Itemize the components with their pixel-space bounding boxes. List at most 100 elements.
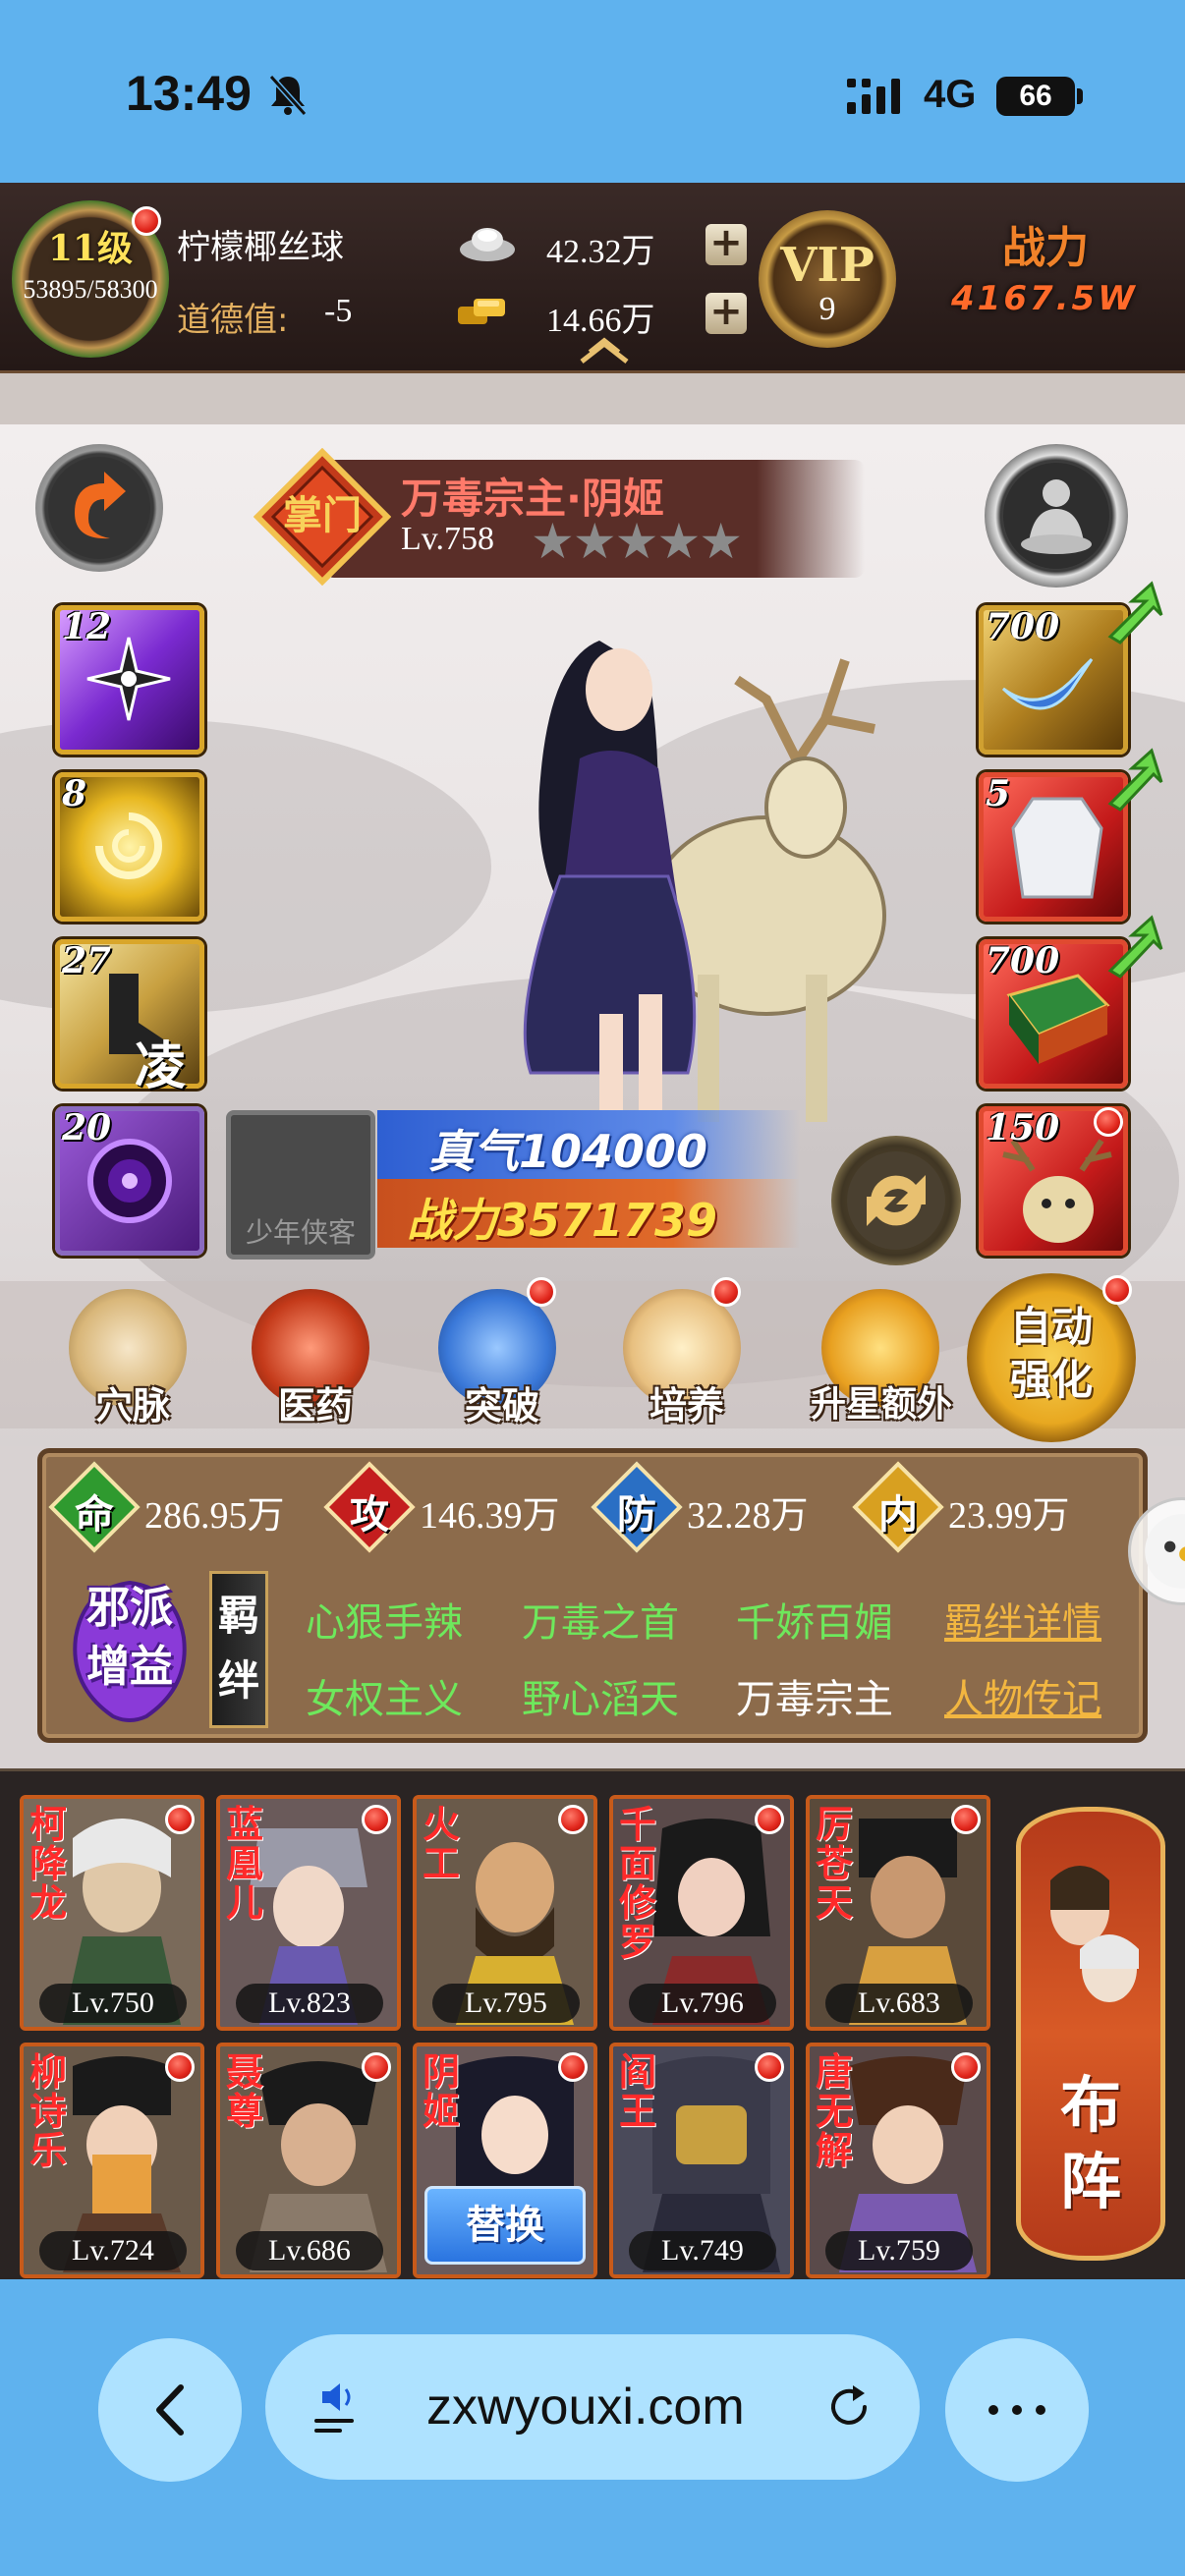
auto-boost-line1: 自动 [1009, 1303, 1093, 1351]
battery-icon: 66 [996, 77, 1075, 116]
upgrade-arrow-icon [1107, 748, 1163, 812]
biography-link[interactable]: 人物传记 [944, 1667, 1101, 1724]
collapse-chevron-icon[interactable] [576, 332, 633, 365]
stats-section: 命 286.95万 攻 146.39万 防 32.28万 内 23.99万 邪派… [0, 1446, 1185, 1770]
total-power-value: 4167.5W [951, 279, 1138, 318]
upgrade-arrow-icon [1107, 581, 1163, 644]
player-top-bar: 11级 53895/58300 柠檬椰丝球 道德值: -5 42.32万 + 1… [0, 183, 1185, 373]
gold-ingot-icon [458, 299, 505, 324]
hero-card[interactable]: 唐无解 Lv.759 [806, 2043, 990, 2278]
auto-boost-button[interactable]: 自动 强化 [967, 1273, 1136, 1442]
vip-label: VIP [780, 238, 875, 293]
player-level-ring[interactable]: 11级 53895/58300 [12, 200, 169, 358]
qi-bar: 真气104000 [377, 1110, 800, 1179]
back-arrow-icon[interactable] [35, 444, 163, 572]
battery-tip [1077, 88, 1083, 104]
notification-dot [755, 1805, 784, 1834]
formation-portrait [1050, 1866, 1139, 2002]
hero-card-name: 厉苍天 [816, 1803, 854, 1925]
hero-card[interactable]: 柳诗乐 Lv.724 [20, 2043, 204, 2278]
skill-slot[interactable]: 12 [55, 605, 204, 755]
stat-char: 命 [75, 1492, 114, 1538]
notification-dot [165, 1805, 195, 1834]
skill-slot[interactable]: 凌 27 [55, 939, 204, 1096]
vip-badge[interactable]: VIP 9 [759, 210, 896, 348]
formation-label: 布 阵 [1021, 2067, 1160, 2220]
auto-boost-line2: 强化 [1009, 1356, 1093, 1404]
skill-slot[interactable]: 20 [55, 1106, 204, 1256]
skill-level: 12 [62, 606, 112, 647]
bond-item[interactable]: 千娇百媚 [736, 1591, 893, 1648]
browser-back-icon[interactable] [98, 2338, 242, 2482]
hero-card-level: Lv.759 [825, 2231, 973, 2270]
more-options-icon[interactable] [945, 2338, 1089, 2482]
acupoint-button[interactable]: 穴脉 [59, 1281, 206, 1428]
reader-audio-icon[interactable] [309, 2378, 367, 2436]
vip-level: 9 [818, 291, 836, 327]
replace-button[interactable]: 替换 [424, 2186, 586, 2265]
hero-card[interactable]: 厉苍天 Lv.683 [806, 1795, 990, 2031]
notification-dot [362, 1805, 391, 1834]
address-bar[interactable]: zxwyouxi.com [265, 2334, 920, 2480]
hero-power-value: 战力3571739 [407, 1194, 718, 1247]
action-label: 穴脉 [94, 1384, 170, 1428]
player-exp: 53895/58300 [23, 275, 158, 304]
network-label: 4G [924, 73, 977, 116]
hero-card[interactable]: 火工 Lv.795 [413, 1795, 597, 2031]
silver-ingot-icon [460, 228, 515, 261]
skill-level: 27 [62, 940, 112, 981]
meditation-icon[interactable] [985, 444, 1128, 588]
bond-item[interactable]: 女权主义 [306, 1667, 463, 1724]
hero-card[interactable]: 蓝凰儿 Lv.823 [216, 1795, 401, 2031]
notification-dot [132, 206, 161, 236]
status-bar: 13:49 4G 66 [0, 0, 1185, 183]
upgrade-arrow-icon [1107, 915, 1163, 979]
bond-details-link[interactable]: 羁绊详情 [944, 1591, 1101, 1648]
swap-refresh-icon[interactable] [831, 1136, 961, 1265]
hero-card-level: Lv.823 [236, 1984, 383, 2023]
skill-level: 20 [62, 1107, 112, 1148]
stat-char: 攻 [350, 1492, 389, 1538]
notification-dot [558, 1805, 588, 1834]
hero-stars: ★★★★★ [531, 513, 743, 570]
hero-card[interactable]: 柯降龙 Lv.750 [20, 1795, 204, 2031]
hero-card-level: Lv.749 [629, 2231, 776, 2270]
add-silver-button[interactable]: + [705, 223, 747, 265]
formation-button[interactable]: 布 阵 [1016, 1807, 1165, 2261]
mount-level: 150 [986, 1107, 1060, 1148]
breakthrough-button[interactable]: 突破 [428, 1277, 576, 1428]
bond-item[interactable]: 万毒之首 [522, 1591, 679, 1648]
notification-dot [165, 2052, 195, 2082]
skill-slot[interactable]: 8 [55, 772, 204, 922]
defense-stat-value: 32.28万 [687, 1495, 809, 1537]
add-gold-button[interactable]: + [705, 292, 747, 334]
bond-item[interactable]: 心狠手辣 [306, 1591, 463, 1648]
life-stat-value: 286.95万 [144, 1495, 285, 1537]
hero-card[interactable]: 千面修罗 Lv.796 [609, 1795, 794, 2031]
notification-dot [951, 2052, 981, 2082]
hero-roster: 柯降龙 Lv.750 蓝凰儿 Lv.823 火工 Lv.795 千面修罗 Lv.… [0, 1768, 1185, 2279]
cultivate-button[interactable]: 培养 [613, 1277, 761, 1428]
action-label: 突破 [464, 1384, 539, 1428]
medicine-button[interactable]: 医药 [242, 1281, 389, 1428]
hero-card[interactable]: 聂尊 Lv.686 [216, 2043, 401, 2278]
notification-dot [1094, 1107, 1123, 1137]
bond-item[interactable]: 万毒宗主 [736, 1667, 893, 1724]
status-time: 13:49 [126, 66, 252, 121]
hero-card-name: 柯降龙 [29, 1803, 68, 1925]
equipment-level: 700 [986, 940, 1060, 981]
stat-char: 内 [878, 1492, 918, 1538]
notification-dot [362, 2052, 391, 2082]
reload-icon[interactable] [821, 2380, 876, 2435]
emblem-text: 掌门 [283, 493, 362, 538]
hero-card[interactable]: 阎王 Lv.749 [609, 2043, 794, 2278]
star-up-extra-button[interactable]: 升星额外 [798, 1281, 965, 1428]
equipment-slot[interactable]: 150 [979, 1106, 1128, 1256]
hero-level: Lv.758 [401, 521, 495, 557]
action-label: 升星额外 [810, 1384, 952, 1425]
hero-power-bar: 战力3571739 [377, 1179, 800, 1248]
hero-card[interactable]: 阴姬 替换 [413, 2043, 597, 2278]
bond-item[interactable]: 野心滔天 [522, 1667, 679, 1724]
hero-card-name: 火工 [423, 1803, 461, 1885]
empty-companion-slot[interactable]: 少年侠客 [226, 1110, 375, 1260]
